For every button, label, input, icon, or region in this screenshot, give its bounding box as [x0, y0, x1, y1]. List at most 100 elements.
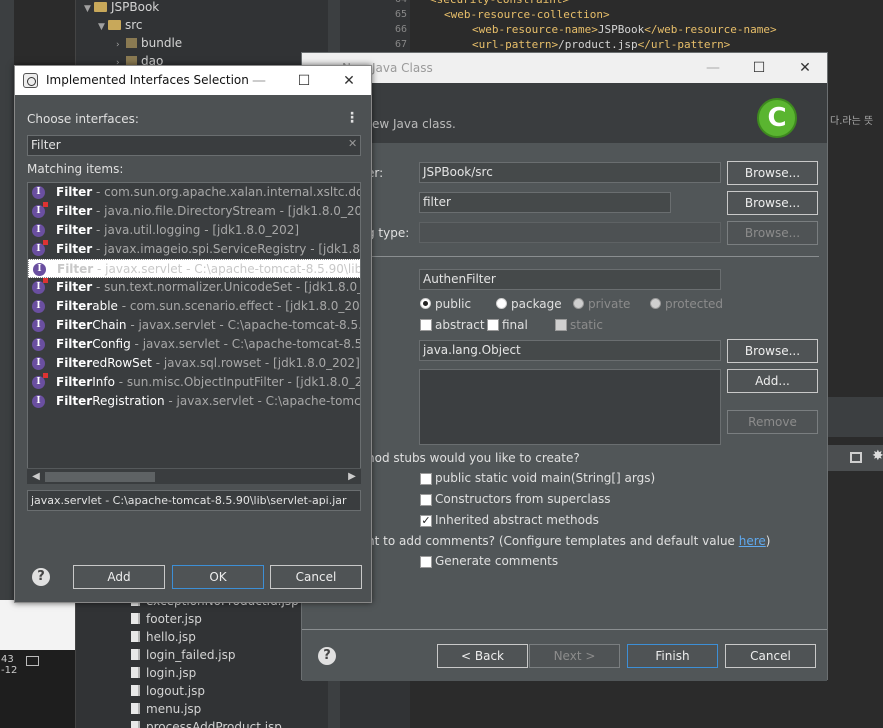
list-item[interactable]: I Filter - java.util.logging - [jdk1.8.0_…	[28, 221, 360, 240]
interface-icon: I	[32, 202, 48, 218]
taskbar-date: -12	[1, 665, 18, 676]
dialog-banner: ew Java class. C	[302, 83, 827, 143]
list-item[interactable]: I Filterable - com.sun.scenario.effect - …	[28, 297, 360, 316]
ide-left-panel	[0, 600, 75, 650]
add-interface-button[interactable]: Add...	[727, 369, 818, 393]
cancel-button[interactable]: Cancel	[270, 565, 362, 589]
notification-icon[interactable]	[26, 656, 39, 666]
eclipse-app-icon	[23, 73, 38, 88]
main-stub-checkbox[interactable]	[420, 473, 432, 485]
maximize-button[interactable]: ☐	[736, 53, 782, 83]
scroll-left-icon[interactable]: ◀	[29, 470, 43, 484]
generate-comments-label: Generate comments	[435, 554, 559, 568]
final-checkbox[interactable]	[487, 319, 499, 331]
list-item[interactable]: I Filter - com.sun.org.apache.xalan.inter…	[28, 183, 360, 202]
minimize-button[interactable]: —	[236, 66, 282, 96]
help-icon[interactable]: ?	[32, 568, 50, 586]
console-icon[interactable]	[850, 452, 862, 463]
interface-icon: I	[32, 357, 45, 370]
package-radio[interactable]	[496, 298, 507, 309]
constructors-label: Constructors from superclass	[435, 492, 611, 506]
help-icon[interactable]: ?	[318, 647, 336, 665]
interface-icon: I	[32, 240, 48, 256]
tree-item-file[interactable]: hello.jsp	[131, 628, 196, 646]
source-folder-field[interactable]: JSPBook/src	[419, 162, 721, 183]
inherited-methods-label: Inherited abstract methods	[435, 513, 599, 527]
project-icon	[94, 2, 107, 12]
close-button[interactable]: ✕	[326, 66, 372, 96]
generate-comments-checkbox[interactable]	[420, 556, 432, 568]
interface-icon: I	[32, 186, 45, 199]
settings-icon[interactable]: ✸	[872, 448, 883, 464]
dialog-title: Implemented Interfaces Selection	[46, 73, 249, 87]
tree-item-file[interactable]: footer.jsp	[131, 610, 202, 628]
close-button[interactable]: ✕	[782, 53, 828, 83]
browse-package-button[interactable]: Browse...	[727, 191, 818, 215]
cancel-button[interactable]: Cancel	[725, 644, 816, 668]
next-button[interactable]: Next >	[529, 644, 620, 668]
separator	[367, 256, 819, 257]
package-label: package	[511, 297, 562, 311]
browse-source-button[interactable]: Browse...	[727, 161, 818, 185]
abstract-checkbox[interactable]	[420, 319, 432, 331]
configure-templates-link[interactable]: here	[739, 534, 766, 548]
new-java-class-dialog: New Java Class — ☐ ✕ ew Java class. C er…	[301, 52, 828, 681]
list-item-selected[interactable]: I Filter - javax.servlet - C:\apache-tomc…	[28, 259, 360, 278]
maximize-button[interactable]: ☐	[281, 66, 327, 96]
list-item[interactable]: I FilterRegistration - javax.servlet - C:…	[28, 392, 360, 411]
tree-item-src[interactable]: ▼ src	[98, 16, 143, 34]
java-class-logo-icon: C	[757, 98, 797, 138]
tree-item-file[interactable]: processAddProduct.jsp	[131, 718, 282, 728]
constructors-checkbox[interactable]	[420, 494, 432, 506]
clear-filter-icon[interactable]: ✕	[348, 137, 357, 150]
interface-icon: I	[32, 338, 45, 351]
list-item[interactable]: I Filter - java.nio.file.DirectoryStream …	[28, 202, 360, 221]
tree-item-project[interactable]: ▼ JSPBook	[84, 0, 159, 16]
inherited-methods-checkbox[interactable]: ✓	[420, 515, 432, 527]
interface-icon: I	[32, 300, 45, 313]
minimize-button[interactable]: —	[690, 53, 736, 83]
scroll-thumb[interactable]	[45, 472, 155, 482]
list-item[interactable]: I FilteredRowSet - javax.sql.rowset - [jd…	[28, 354, 360, 373]
jsp-file-icon	[131, 667, 140, 678]
filter-input[interactable]: Filter	[27, 135, 361, 156]
public-radio[interactable]	[420, 298, 431, 309]
list-horizontal-scrollbar[interactable]: ◀ ▶	[27, 468, 361, 484]
finish-button[interactable]: Finish	[627, 644, 718, 668]
view-menu-icon[interactable]: ⋮	[345, 110, 359, 126]
package-icon	[126, 38, 137, 48]
ok-button[interactable]: OK	[172, 565, 264, 589]
list-item[interactable]: I FilterChain - javax.servlet - C:\apache…	[28, 316, 360, 335]
tree-item-file[interactable]: login_failed.jsp	[131, 646, 236, 664]
interface-icon: I	[32, 319, 45, 332]
interfaces-list[interactable]	[419, 369, 721, 445]
class-name-field[interactable]: AuthenFilter	[419, 269, 721, 290]
list-item[interactable]: I FilterConfig - javax.servlet - C:\apach…	[28, 335, 360, 354]
browse-enclosing-button[interactable]: Browse...	[727, 221, 818, 245]
matching-items-list[interactable]: I Filter - com.sun.org.apache.xalan.inter…	[27, 182, 361, 482]
add-button[interactable]: Add	[73, 565, 165, 589]
browse-superclass-button[interactable]: Browse...	[727, 339, 818, 363]
line-number: 66	[395, 24, 408, 35]
package-field[interactable]: filter	[419, 192, 671, 213]
interface-icon: I	[32, 395, 45, 408]
code-line: <url-pattern>/product.jsp</url-pattern>	[472, 38, 731, 51]
list-item[interactable]: I FilterInfo - sun.misc.ObjectInputFilter…	[28, 373, 360, 392]
tree-item-file[interactable]: login.jsp	[131, 664, 196, 682]
line-number: 65	[395, 9, 408, 20]
tree-item-bundle[interactable]: › bundle	[116, 34, 182, 52]
superclass-field[interactable]: java.lang.Object	[419, 340, 721, 361]
remove-interface-button[interactable]: Remove	[727, 410, 818, 434]
folder-icon	[108, 20, 121, 30]
stubs-question: hod stubs would you like to create?	[367, 451, 580, 465]
scroll-right-icon[interactable]: ▶	[345, 470, 359, 484]
list-item[interactable]: I Filter - sun.text.normalizer.UnicodeSet…	[28, 278, 360, 297]
private-radio	[573, 298, 584, 309]
list-item[interactable]: I Filter - javax.imageio.spi.ServiceRegis…	[28, 240, 360, 259]
tree-item-file[interactable]: logout.jsp	[131, 682, 205, 700]
choose-interfaces-label: Choose interfaces:	[27, 112, 139, 126]
korean-note: 다.라는 뜻	[830, 116, 874, 127]
back-button[interactable]: < Back	[437, 644, 528, 668]
tree-item-file[interactable]: menu.jsp	[131, 700, 201, 718]
enclosing-type-field	[419, 222, 721, 243]
